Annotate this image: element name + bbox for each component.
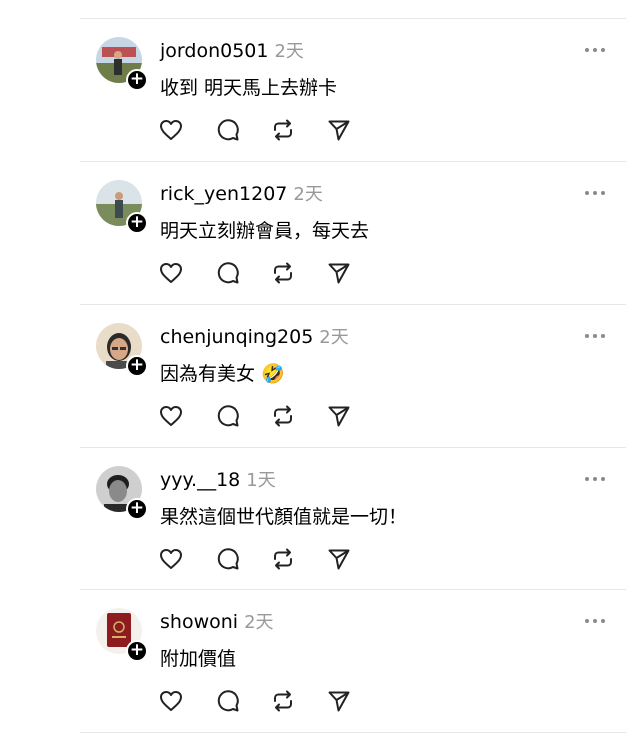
- more-icon[interactable]: [583, 327, 607, 345]
- send-icon[interactable]: [326, 260, 352, 286]
- more-icon[interactable]: [583, 184, 607, 202]
- comment-icon[interactable]: [215, 117, 241, 143]
- timestamp: 2天: [274, 41, 304, 62]
- post-card: + jordon0501 2天 收到 明天馬上去辦卡: [0, 19, 640, 161]
- post-card: + yyy.__18 1天 果然這個世代顏值就是一切！: [0, 448, 640, 590]
- post-divider: [80, 732, 626, 733]
- username[interactable]: yyy.__18: [160, 469, 240, 491]
- post-text: 明天立刻辦會員，每天去: [160, 220, 370, 242]
- post-header: rick_yen1207 2天: [160, 181, 323, 207]
- post-card: + showoni 2天 附加價值: [0, 590, 640, 732]
- repost-icon[interactable]: [270, 403, 296, 429]
- post-header: yyy.__18 1天: [160, 467, 276, 493]
- repost-icon[interactable]: [270, 117, 296, 143]
- repost-icon[interactable]: [270, 688, 296, 714]
- follow-plus-icon[interactable]: +: [126, 69, 148, 91]
- username[interactable]: chenjunqing205: [160, 326, 313, 348]
- post-text: 收到 明天馬上去辦卡: [160, 77, 338, 99]
- post-header: chenjunqing205 2天: [160, 324, 349, 350]
- follow-plus-icon[interactable]: +: [126, 640, 148, 662]
- timestamp: 2天: [319, 327, 349, 348]
- heart-icon[interactable]: [158, 688, 184, 714]
- timestamp: 2天: [293, 184, 323, 205]
- more-icon[interactable]: [583, 470, 607, 488]
- send-icon[interactable]: [326, 546, 352, 572]
- send-icon[interactable]: [326, 403, 352, 429]
- repost-icon[interactable]: [270, 546, 296, 572]
- heart-icon[interactable]: [158, 117, 184, 143]
- username[interactable]: rick_yen1207: [160, 183, 287, 205]
- comment-icon[interactable]: [215, 688, 241, 714]
- post-header: showoni 2天: [160, 609, 274, 635]
- heart-icon[interactable]: [158, 260, 184, 286]
- post-card: + chenjunqing205 2天 因為有美女 🤣: [0, 305, 640, 447]
- more-icon[interactable]: [583, 612, 607, 630]
- comment-icon[interactable]: [215, 546, 241, 572]
- follow-plus-icon[interactable]: +: [126, 498, 148, 520]
- follow-plus-icon[interactable]: +: [126, 212, 148, 234]
- timestamp: 2天: [244, 612, 274, 633]
- username[interactable]: showoni: [160, 611, 238, 633]
- heart-icon[interactable]: [158, 546, 184, 572]
- post-card: + rick_yen1207 2天 明天立刻辦會員，每天去: [0, 162, 640, 304]
- more-icon[interactable]: [583, 41, 607, 59]
- post-text: 果然這個世代顏值就是一切！: [160, 506, 408, 528]
- comment-icon[interactable]: [215, 403, 241, 429]
- comment-icon[interactable]: [215, 260, 241, 286]
- timestamp: 1天: [246, 470, 276, 491]
- heart-icon[interactable]: [158, 403, 184, 429]
- post-text: 因為有美女 🤣: [160, 363, 285, 385]
- repost-icon[interactable]: [270, 260, 296, 286]
- follow-plus-icon[interactable]: +: [126, 355, 148, 377]
- post-header: jordon0501 2天: [160, 38, 304, 64]
- send-icon[interactable]: [326, 117, 352, 143]
- send-icon[interactable]: [326, 688, 352, 714]
- post-text: 附加價值: [160, 648, 237, 670]
- username[interactable]: jordon0501: [160, 40, 268, 62]
